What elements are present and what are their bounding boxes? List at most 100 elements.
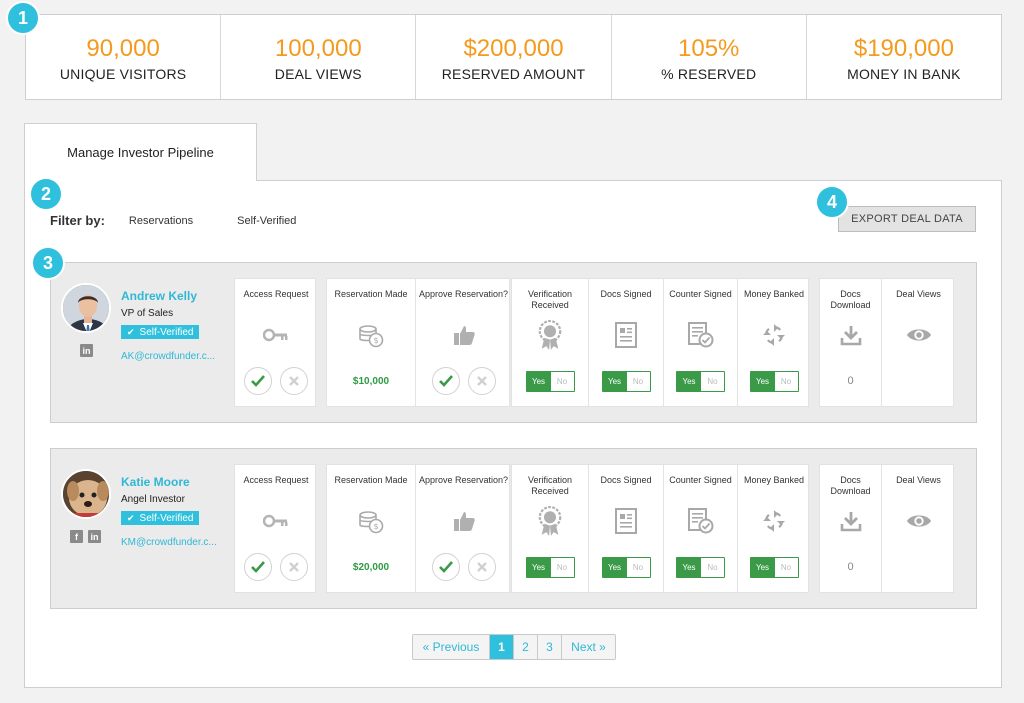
award-icon [537,505,563,536]
download-icon[interactable] [838,508,864,534]
filter-option-reservations[interactable]: Reservations [129,215,193,227]
money-banked-toggle[interactable]: Yes No [749,370,799,392]
document-icon [613,508,639,534]
investor-email[interactable]: KM@crowdfunder.c... [121,537,217,548]
reject-button[interactable] [280,553,308,581]
coins-icon: $ [358,508,384,534]
pagination-previous[interactable]: « Previous [413,635,490,659]
column-label: Approve Reservation? [418,475,509,485]
stat-money-in-bank: $190,000 MONEY IN BANK [807,15,1001,99]
avatar[interactable] [61,283,111,333]
investor-name[interactable]: Katie Moore [121,475,190,489]
cell-counter-signed: Counter Signed Yes No [663,279,737,406]
investor-row: Katie Moore Angel Investor ✔ Self-Verifie… [50,448,977,609]
investor-name[interactable]: Andrew Kelly [121,289,197,303]
cell-money-banked: Money Banked Yes No [737,465,810,592]
linkedin-icon[interactable]: in [80,344,93,357]
callout-badge-2: 2 [29,177,63,211]
cell-approve-reservation: Approve Reservation? [415,465,511,592]
cell-verification-received: Verification Received Yes No [512,279,588,406]
column-label: Access Request [243,475,309,485]
eye-icon[interactable] [906,508,932,534]
reject-button[interactable] [280,367,308,395]
column-label: Docs Signed [600,289,652,299]
investor-title: Angel Investor [121,494,185,505]
filter-option-self-verified[interactable]: Self-Verified [237,215,296,227]
self-verified-label: Self-Verified [139,326,194,338]
tab-label: Manage Investor Pipeline [67,145,214,160]
tab-manage-investor-pipeline[interactable]: Manage Investor Pipeline [24,123,257,181]
column-label: Money Banked [743,289,805,299]
investor-profile: Katie Moore Angel Investor ✔ Self-Verifie… [61,469,231,579]
avatar[interactable] [61,469,111,519]
pagination-page-1[interactable]: 1 [490,635,514,659]
toggle-yes: Yes [750,371,775,391]
investor-row: Andrew Kelly VP of Sales ✔ Self-Verified … [50,262,977,423]
toggle-yes: Yes [677,557,701,577]
counter-signed-toggle[interactable]: Yes No [676,556,725,578]
stat-label: RESERVED AMOUNT [441,66,586,82]
column-label: Approve Reservation? [418,289,509,299]
card-access-reservation: Access Request [234,464,316,593]
column-label: Reservation Made [334,475,408,485]
pagination-page-2[interactable]: 2 [514,635,538,659]
stat-value: 100,000 [274,35,362,62]
stat-value: $200,000 [463,35,564,62]
column-label: Money Banked [743,475,805,485]
docs-signed-toggle[interactable]: Yes No [601,556,651,578]
stat-label: DEAL VIEWS [274,66,362,82]
approve-button[interactable] [431,553,460,581]
toggle-no: No [774,557,798,577]
stat-value: 90,000 [86,35,160,62]
toggle-no: No [701,371,724,391]
cell-counter-signed: Counter Signed Yes No [663,465,737,592]
verification-toggle[interactable]: Yes No [525,556,575,578]
decline-button[interactable] [467,553,496,581]
key-icon [263,508,289,534]
toggle-yes: Yes [602,371,627,391]
decline-button[interactable] [467,367,496,395]
stat-percent-reserved: 105% % RESERVED [612,15,807,99]
accept-button[interactable] [244,367,272,395]
toggle-yes: Yes [750,557,775,577]
cell-verification-received: Verification Received Yes No [512,465,588,592]
stat-value: 105% [678,35,740,62]
coins-icon: $ [358,322,384,348]
signed-document-icon [687,508,714,534]
eye-icon[interactable] [906,322,932,348]
export-deal-data-button[interactable]: EXPORT DEAL DATA [838,206,976,232]
reservation-amount: $20,000 [352,561,390,573]
toggle-yes: Yes [602,557,627,577]
stat-deal-views: 100,000 DEAL VIEWS [221,15,417,99]
column-label: Counter Signed [669,475,732,485]
counter-signed-toggle[interactable]: Yes No [676,370,725,392]
money-banked-toggle[interactable]: Yes No [749,556,799,578]
investor-email[interactable]: AK@crowdfunder.c... [121,351,215,362]
accept-button[interactable] [244,553,272,581]
svg-text:$: $ [373,336,378,345]
toggle-no: No [550,371,574,391]
award-icon [537,319,563,350]
pagination-page-3[interactable]: 3 [538,635,562,659]
column-label: Verification Received [527,289,573,310]
reservation-amount: $10,000 [352,375,390,387]
toggle-no: No [626,557,650,577]
toggle-no: No [774,371,798,391]
download-icon[interactable] [838,322,864,348]
linkedin-icon[interactable]: in [88,530,101,543]
docs-signed-toggle[interactable]: Yes No [601,370,651,392]
approve-button[interactable] [431,367,460,395]
cell-reservation-made: Reservation Made $ $20,000 [327,465,415,592]
facebook-icon[interactable]: f [70,530,83,543]
verification-toggle[interactable]: Yes No [525,370,575,392]
toggle-yes: Yes [526,557,551,577]
card-reservation: Reservation Made $ $10,000 Approve Reser… [326,278,510,407]
toggle-no: No [701,557,724,577]
column-label: Reservation Made [334,289,408,299]
toggle-yes: Yes [677,371,701,391]
pagination-next[interactable]: Next » [562,635,615,659]
filter-bar: Filter by: Reservations Self-Verified [50,213,340,228]
download-count: 0 [847,375,854,387]
refresh-icon [761,508,787,534]
cell-access-request: Access Request [235,465,317,592]
